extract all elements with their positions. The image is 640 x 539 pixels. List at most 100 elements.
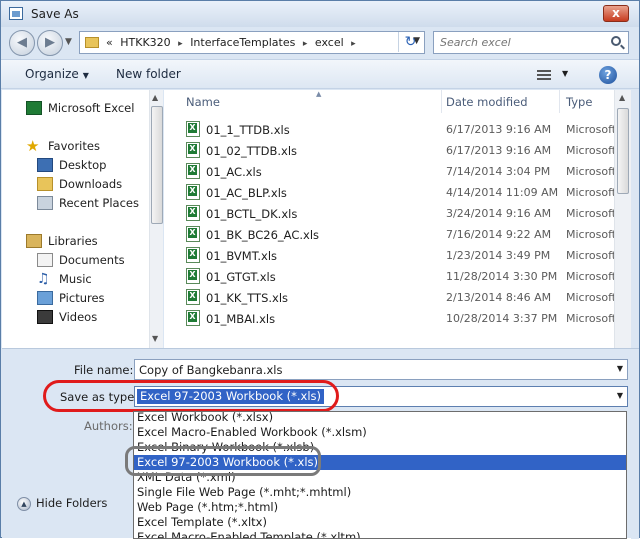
search-input[interactable] [440, 33, 600, 52]
file-row[interactable]: 01_KK_TTS.xls 2/13/2014 8:46 AM Microsof… [164, 287, 614, 308]
breadcrumb-item[interactable]: excel [315, 36, 344, 49]
type-option[interactable]: Single File Web Page (*.mht;*.mhtml) [134, 485, 626, 500]
type-option[interactable]: Excel Template (*.xltx) [134, 515, 626, 530]
file-type: Microsoft E [566, 144, 614, 157]
nav-item-label: Microsoft Excel [48, 101, 135, 115]
recent-locations-dropdown[interactable]: ▼ [65, 37, 72, 47]
scroll-up-icon[interactable]: ▲ [152, 93, 158, 102]
file-date: 3/24/2014 9:16 AM [446, 207, 552, 220]
column-header-date-modified[interactable]: Date modified [440, 90, 560, 113]
file-name: 01_BCTL_DK.xls [206, 207, 298, 221]
close-button[interactable]: x [603, 5, 629, 22]
chevron-down-icon[interactable]: ▼ [617, 391, 623, 400]
refresh-icon: ↻ [404, 34, 417, 50]
file-row[interactable]: 01_BK_BC26_AC.xls 7/16/2014 9:22 AM Micr… [164, 224, 614, 245]
file-date: 11/28/2014 3:30 PM [446, 270, 558, 283]
file-date: 6/17/2013 9:16 AM [446, 144, 552, 157]
search-box[interactable] [433, 31, 629, 54]
file-date: 1/23/2014 3:49 PM [446, 249, 551, 262]
column-header-label: Date modified [446, 95, 528, 109]
file-row[interactable]: 01_02_TTDB.xls 6/17/2013 9:16 AM Microso… [164, 140, 614, 161]
type-option[interactable]: XML Data (*.xml) [134, 470, 626, 485]
organize-button[interactable]: Organize ▼ [25, 67, 89, 81]
scroll-up-icon[interactable]: ▲ [619, 93, 625, 102]
file-type: Microsoft E [566, 207, 614, 220]
type-option[interactable]: Excel Binary Workbook (*.xlsb) [134, 440, 626, 455]
type-option-selected[interactable]: Excel 97-2003 Workbook (*.xls) [134, 455, 626, 470]
change-view-icon[interactable] [537, 68, 553, 82]
scrollbar-thumb[interactable] [151, 106, 163, 224]
desktop-icon [37, 158, 53, 172]
file-type: Microsoft E [566, 249, 614, 262]
column-header-label: Name [186, 95, 220, 109]
save-as-type-dropdown-list: Excel Workbook (*.xlsx) Excel Macro-Enab… [133, 411, 627, 539]
scroll-down-icon[interactable]: ▼ [152, 334, 158, 343]
file-type: Microsoft E [566, 291, 614, 304]
type-option[interactable]: Web Page (*.htm;*.html) [134, 500, 626, 515]
navigation-scrollbar[interactable]: ▲ ▼ [149, 90, 163, 348]
file-name: 01_AC_BLP.xls [206, 186, 287, 200]
file-row[interactable]: 01_GTGT.xls 11/28/2014 3:30 PM Microsoft… [164, 266, 614, 287]
hide-folders-button[interactable]: ▲ Hide Folders [17, 496, 107, 511]
breadcrumb-separator-icon[interactable]: ▸ [351, 39, 356, 49]
file-row[interactable]: 01_BVMT.xls 1/23/2014 3:49 PM Microsoft … [164, 245, 614, 266]
nav-item-label: Desktop [59, 158, 107, 172]
chevron-up-icon: ▲ [17, 496, 31, 511]
nav-item-label: Documents [59, 253, 125, 267]
breadcrumb-item[interactable]: HTKK320 [120, 36, 170, 49]
breadcrumb-separator-icon[interactable]: ▸ [178, 39, 183, 49]
excel-file-icon [186, 268, 200, 284]
column-header-label: Type [566, 95, 593, 109]
file-list-scrollbar[interactable]: ▲ [614, 90, 631, 348]
file-row[interactable]: 01_BCTL_DK.xls 3/24/2014 9:16 AM Microso… [164, 203, 614, 224]
file-type: Microsoft E [566, 228, 614, 241]
file-name: 01_AC.xls [206, 165, 262, 179]
back-button[interactable]: ◀ [9, 30, 35, 56]
videos-icon [37, 310, 53, 324]
nav-item-label: Downloads [59, 177, 123, 191]
view-options-dropdown[interactable]: ▼ [562, 69, 568, 78]
save-as-type-label: Save as type: [60, 390, 139, 404]
file-row[interactable]: 01_AC.xls 7/14/2014 3:04 PM Microsoft E [164, 161, 614, 182]
file-type: Microsoft E [566, 165, 614, 178]
file-date: 10/28/2014 3:37 PM [446, 312, 558, 325]
organize-label: Organize [25, 67, 79, 81]
column-header-type[interactable]: Type [560, 90, 614, 113]
pictures-icon [37, 291, 53, 305]
save-as-type-select[interactable]: Excel 97-2003 Workbook (*.xls) ▼ [134, 386, 628, 407]
chevron-down-icon: ▼ [82, 71, 89, 80]
file-name: 01_GTGT.xls [206, 270, 276, 284]
refresh-button[interactable]: ↻ [398, 32, 422, 52]
file-row[interactable]: 01_MBAI.xls 10/28/2014 3:37 PM Microsoft… [164, 308, 614, 329]
nav-item-label: Music [59, 272, 92, 286]
breadcrumb-separator-icon[interactable]: ▸ [303, 39, 308, 49]
scrollbar-thumb[interactable] [617, 108, 629, 194]
music-icon: ♫ [37, 271, 50, 287]
address-bar[interactable]: « HTKK320 ▸ InterfaceTemplates ▸ excel ▸… [79, 31, 425, 54]
file-date: 4/14/2014 11:09 AM [446, 186, 559, 199]
help-button[interactable]: ? [599, 66, 617, 84]
new-folder-button[interactable]: New folder [116, 67, 181, 81]
type-option[interactable]: Excel Workbook (*.xlsx) [134, 412, 626, 425]
breadcrumb-item[interactable]: InterfaceTemplates [190, 36, 295, 49]
search-icon[interactable] [611, 36, 621, 46]
forward-button[interactable]: ▶ [37, 30, 63, 56]
navigation-bar: ◀ ▶ ▼ « HTKK320 ▸ InterfaceTemplates ▸ e… [1, 27, 639, 59]
excel-file-icon [186, 310, 200, 326]
file-list: Name ▲ Date modified Type 01_1_TTDB.xls … [164, 90, 614, 348]
excel-file-icon [186, 247, 200, 263]
file-row[interactable]: 01_1_TTDB.xls 6/17/2013 9:16 AM Microsof… [164, 119, 614, 140]
file-name: 01_MBAI.xls [206, 312, 276, 326]
column-header-name[interactable]: Name ▲ [180, 90, 442, 113]
star-icon: ★ [26, 137, 40, 155]
folder-icon [85, 37, 99, 48]
file-row[interactable]: 01_AC_BLP.xls 4/14/2014 11:09 AM Microso… [164, 182, 614, 203]
type-option[interactable]: Excel Macro-Enabled Workbook (*.xlsm) [134, 425, 626, 440]
file-name-field[interactable]: ▼ [134, 359, 628, 380]
hide-folders-label: Hide Folders [36, 496, 108, 510]
breadcrumb-overflow[interactable]: « [106, 36, 113, 49]
window-title: Save As [31, 7, 79, 21]
file-name-input[interactable] [135, 360, 605, 379]
chevron-down-icon[interactable]: ▼ [617, 364, 623, 373]
file-type: Microsoft E [566, 186, 614, 199]
